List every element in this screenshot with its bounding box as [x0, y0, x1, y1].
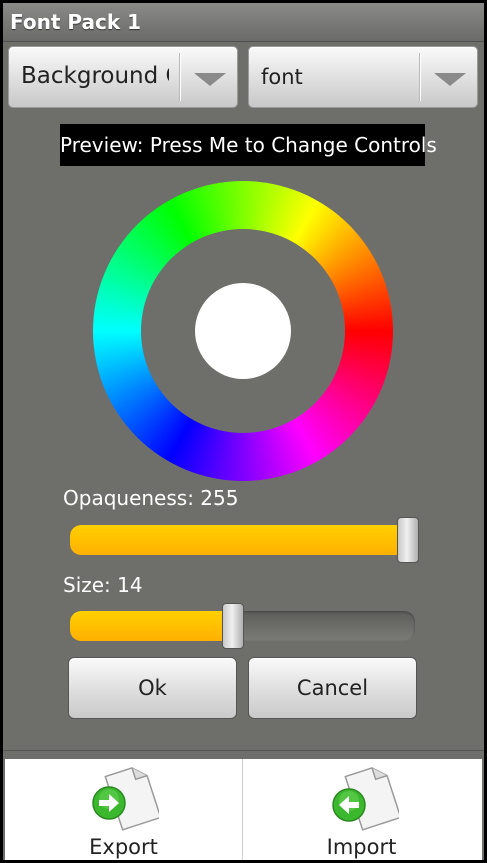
target-spinner[interactable]: font — [248, 46, 478, 108]
import-button[interactable]: Import — [243, 759, 480, 860]
triangle-down-icon — [194, 73, 226, 86]
opaqueness-label: Opaqueness: — [63, 486, 194, 510]
triangle-down-icon — [434, 73, 466, 86]
selected-color-swatch[interactable] — [195, 283, 291, 379]
opaqueness-slider-thumb[interactable] — [397, 517, 419, 563]
document-arrow-right-icon — [92, 767, 159, 831]
preview-button[interactable]: Preview: Press Me to Change Controls — [60, 124, 437, 166]
color-wheel[interactable] — [93, 181, 393, 481]
ok-button[interactable]: Ok — [68, 657, 237, 719]
bottom-action-panel: Export Import — [5, 759, 482, 860]
size-slider[interactable] — [70, 603, 415, 649]
size-value: 14 — [117, 573, 143, 597]
bottom-action-bar: Export Import — [3, 750, 484, 860]
opaqueness-slider[interactable] — [70, 517, 419, 563]
opaqueness-value: 255 — [200, 486, 239, 510]
document-arrow-left-icon — [332, 767, 399, 831]
size-caption: Size: 14 — [63, 573, 143, 597]
import-label: Import — [326, 835, 397, 859]
element-type-value: Background Color — [21, 63, 169, 89]
spinner-divider — [419, 53, 420, 101]
opaqueness-caption: Opaqueness: 255 — [63, 486, 238, 510]
size-slider-thumb[interactable] — [221, 603, 244, 649]
size-label: Size: — [63, 573, 111, 597]
title-bar: Font Pack 1 — [3, 3, 484, 42]
export-label: Export — [89, 835, 158, 859]
cancel-button[interactable]: Cancel — [248, 657, 417, 719]
device-frame: Font Pack 1 Background Color font Previe… — [0, 0, 487, 863]
element-type-spinner[interactable]: Background Color — [8, 46, 238, 108]
export-button[interactable]: Export — [5, 759, 243, 860]
spinner-divider — [179, 53, 180, 101]
size-slider-fill — [70, 611, 233, 641]
target-value: font — [261, 65, 303, 89]
app-window: Font Pack 1 Background Color font Previe… — [3, 3, 484, 860]
app-title: Font Pack 1 — [10, 10, 142, 34]
opaqueness-slider-fill — [70, 525, 408, 555]
